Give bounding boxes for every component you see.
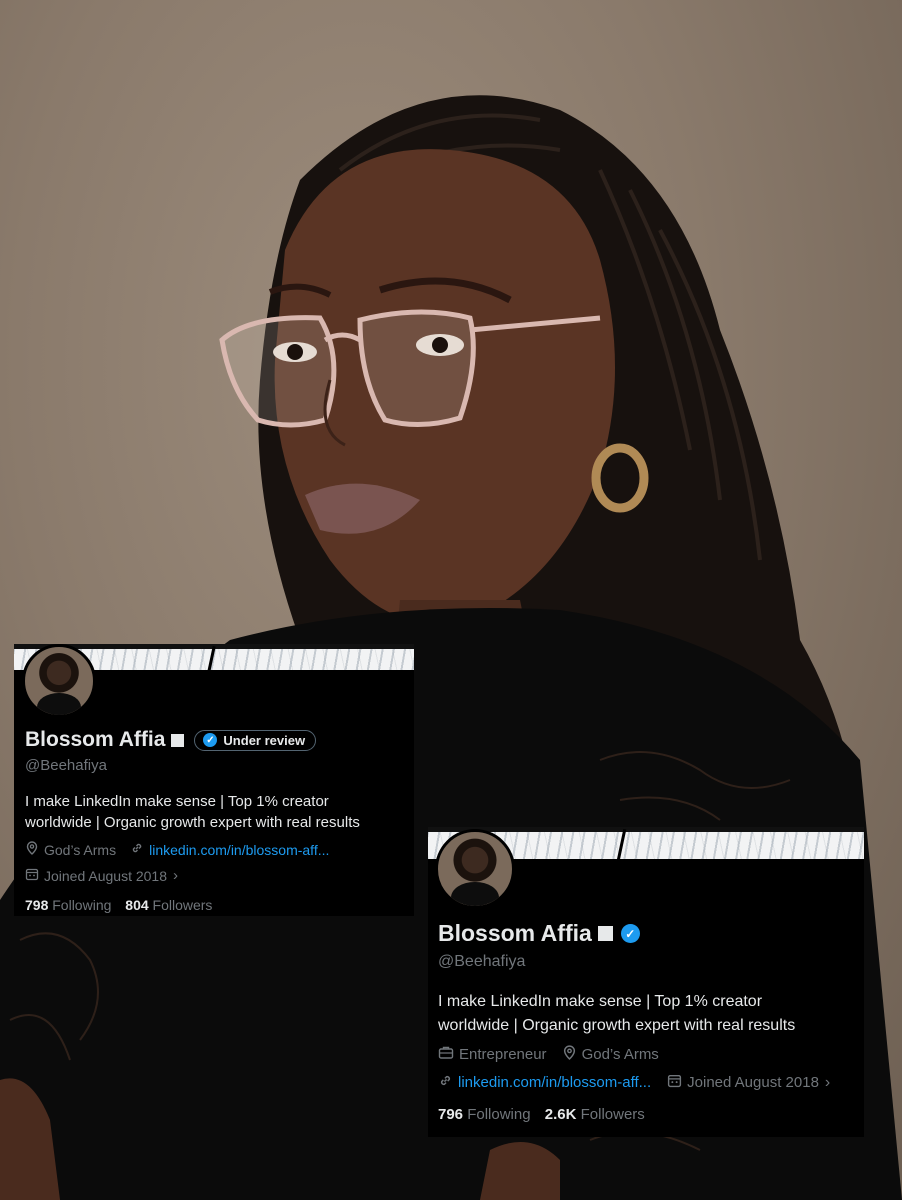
bio: I make LinkedIn make sense | Top 1% crea… [438,990,795,1038]
bio-line: I make LinkedIn make sense | Top 1% crea… [25,793,329,810]
chevron-right-icon[interactable]: › [173,867,178,884]
followers-label: Followers [152,897,213,913]
location-icon [562,1045,577,1064]
verified-badge-icon: ✓ [203,733,218,747]
calendar-icon [667,1073,682,1092]
avatar[interactable] [22,644,96,718]
square-emoji [597,926,613,941]
status-badge-label: Under review [223,732,306,748]
profile-card-verified: Blossom Affia ✓ @Beehafiya I make Linked… [428,827,864,1137]
following-link[interactable]: 796 Following [438,1106,531,1123]
following-link[interactable]: 798 Following [25,897,111,913]
joined-date: Joined August 2018 [44,867,167,884]
followers-count: 804 [125,897,149,913]
chevron-right-icon[interactable]: › [825,1074,830,1092]
followers-link[interactable]: 2.6K Followers [545,1106,645,1123]
calendar-icon [25,867,39,884]
square-emoji [171,733,185,747]
following-count: 798 [25,897,49,913]
under-review-badge[interactable]: ✓ Under review [194,729,317,751]
profile-card-under-review: Blossom Affia ✓ Under review @Beehafiya … [14,644,414,916]
bio-line: I make LinkedIn make sense | Top 1% crea… [438,993,763,1010]
link-icon [438,1073,453,1092]
bio-line: worldwide | Organic growth expert with r… [438,1017,796,1034]
followers-link[interactable]: 804 Followers [125,897,212,913]
display-name: Blossom Affia [438,920,592,946]
location-icon [25,841,39,858]
website-link[interactable]: linkedin.com/in/blossom-aff... [458,1074,651,1091]
avatar[interactable] [435,829,515,909]
followers-count: 2.6K [544,1106,577,1123]
following-label: Following [467,1106,531,1123]
bio-line: worldwide | Organic growth expert with r… [25,814,360,831]
location-text: God’s Arms [581,1046,659,1063]
website-link[interactable]: linkedin.com/in/blossom-aff... [149,842,329,858]
display-name: Blossom Affia [25,728,166,751]
bio: I make LinkedIn make sense | Top 1% crea… [25,791,360,833]
category-text: Entrepreneur [459,1046,547,1063]
verified-badge-icon[interactable]: ✓ [620,924,640,943]
following-count: 796 [438,1106,464,1123]
following-label: Following [52,897,112,913]
followers-label: Followers [580,1106,645,1123]
user-handle: @Beehafiya [25,757,107,774]
link-icon [130,841,144,858]
location-text: God’s Arms [44,841,117,858]
user-handle: @Beehafiya [438,953,526,970]
joined-date: Joined August 2018 [687,1074,819,1091]
briefcase-icon [438,1045,454,1064]
